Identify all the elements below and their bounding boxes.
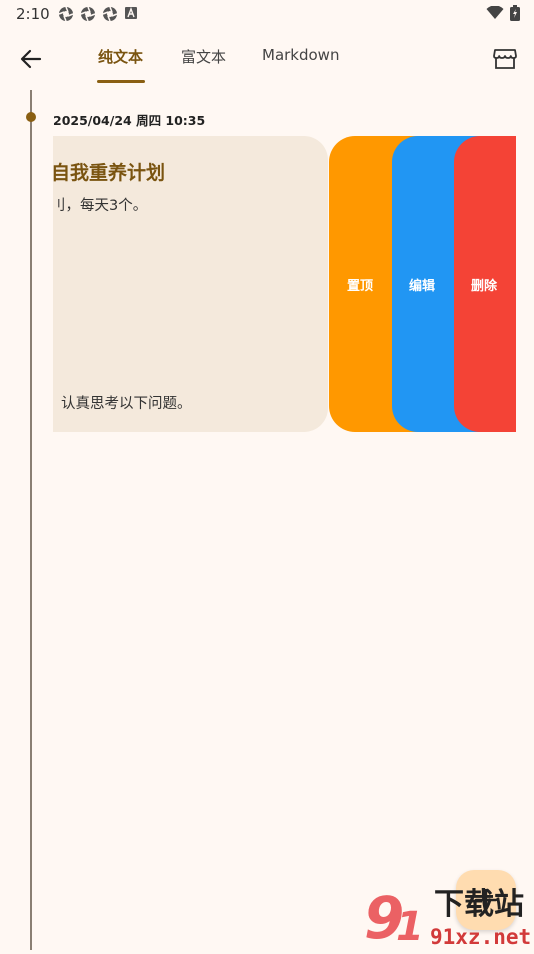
- pin-label: 置顶: [347, 278, 374, 294]
- status-time: 2:10: [16, 5, 50, 23]
- wifi-icon: [486, 6, 504, 19]
- timeline-line: [30, 90, 32, 950]
- watermark-graphic: 9 1 下载站 91xz.net: [364, 884, 531, 952]
- note-text-line: 刂，每天3个。: [53, 198, 148, 214]
- aperture-icon: [102, 6, 118, 22]
- entry-date: 2025/04/24 周四 10:35: [53, 113, 206, 128]
- note-text-line: 认真思考以下问题。: [61, 396, 192, 412]
- aperture-icon: [80, 6, 96, 22]
- font-a-icon: [125, 7, 137, 19]
- edit-label: 编辑: [409, 278, 436, 294]
- delete-label: 删除: [471, 278, 498, 294]
- arrow-left-icon: [20, 49, 42, 69]
- aperture-icon: [58, 6, 74, 22]
- timeline-dot: [26, 112, 36, 122]
- tab-rich-text[interactable]: 富文本: [181, 46, 226, 67]
- watermark-site: 91xz.net: [430, 925, 531, 949]
- battery-icon: [510, 5, 520, 21]
- status-bar: 2:10: [0, 0, 534, 28]
- watermark-brand: 下载站: [434, 887, 524, 922]
- delete-button[interactable]: 删除: [454, 136, 516, 432]
- top-app-bar: 纯文本 富文本 Markdown: [0, 30, 534, 86]
- back-button[interactable]: [16, 44, 46, 74]
- active-tab-indicator: [97, 80, 145, 83]
- notification-icons: [58, 6, 138, 22]
- watermark-logo: 9 1 下载站 91xz.net: [362, 880, 534, 952]
- note-card[interactable]: 自我重养计划 刂，每天3个。 认真思考以下问题。: [53, 136, 328, 432]
- store-button[interactable]: [490, 44, 520, 74]
- note-title: 自我重养计划: [53, 162, 166, 184]
- store-icon: [493, 49, 517, 69]
- note-entry: 自我重养计划 刂，每天3个。 认真思考以下问题。 置顶 编辑 删除: [53, 136, 516, 432]
- svg-text:1: 1: [396, 904, 424, 950]
- tab-plain-text[interactable]: 纯文本: [98, 46, 143, 67]
- tab-markdown[interactable]: Markdown: [262, 46, 339, 64]
- status-right: [486, 5, 520, 21]
